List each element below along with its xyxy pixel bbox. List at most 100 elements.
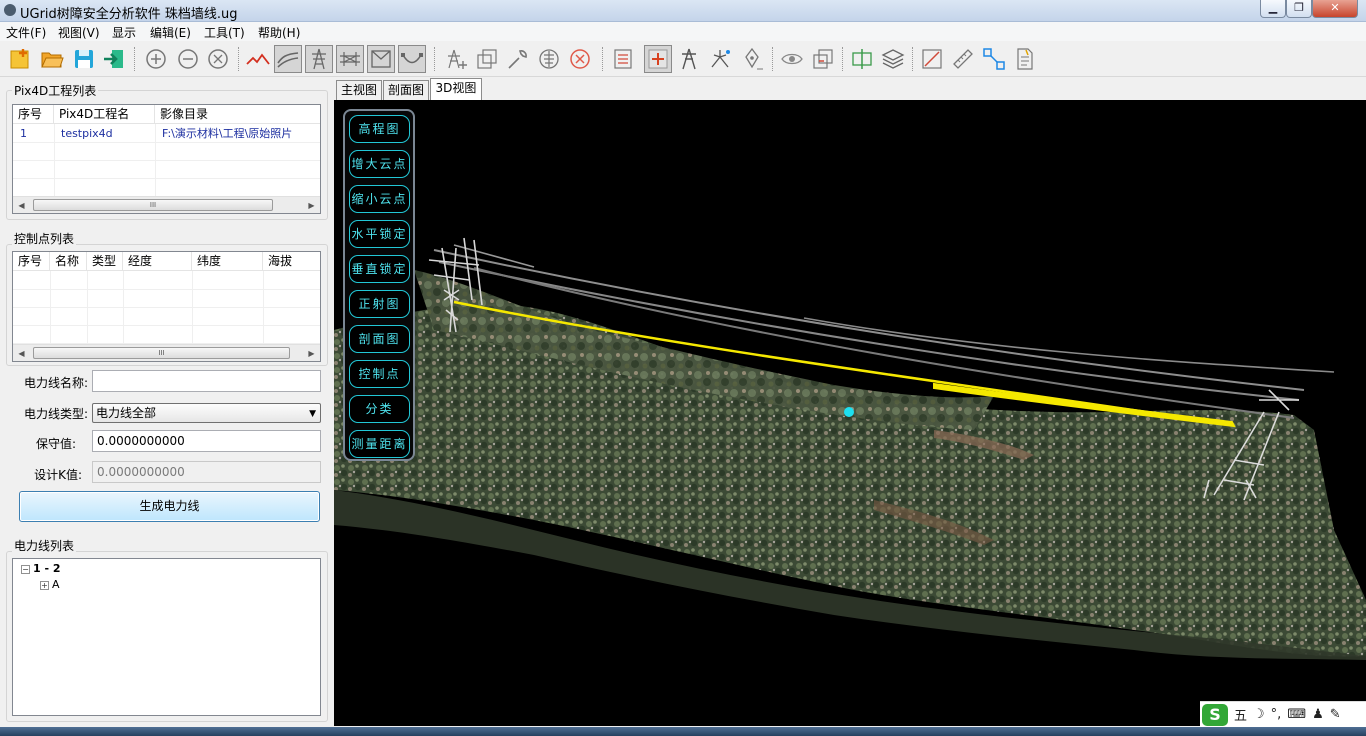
new-file-icon[interactable] [6,45,34,73]
cross-add-icon[interactable] [644,45,672,73]
column-header[interactable]: 海拔 [263,252,320,271]
classify-button[interactable]: 分类 [349,395,410,423]
tab-section-view[interactable]: 剖面图 [383,80,429,100]
menu-view[interactable]: 视图(V) [58,24,100,41]
zoom-out-icon[interactable] [174,45,202,73]
scroll-thumb[interactable]: III [33,199,273,211]
toolbar [0,41,1366,77]
control-point-button[interactable]: 控制点 [349,360,410,388]
column-header[interactable]: 名称 [50,252,87,271]
ime-logo[interactable]: S [1202,703,1228,726]
document-icon[interactable] [1011,45,1039,73]
tab-main-view[interactable]: 主视图 [336,80,382,100]
column-header[interactable]: 影像目录 [155,105,320,124]
eye-icon[interactable] [778,45,806,73]
maximize-button[interactable]: ❐ [1286,0,1312,18]
elevation-map-button[interactable]: 高程图 [349,115,410,143]
tool-icon[interactable]: ✎ [1330,707,1341,722]
cell-image-dir: F:\演示材料\工程\原始照片 [162,127,293,140]
powerline-tree[interactable]: −1 - 2 + A [12,558,321,716]
menu-edit[interactable]: 编辑(E) [150,24,191,41]
collapse-icon[interactable]: − [21,564,30,574]
bridge-icon[interactable] [336,45,364,73]
column-header[interactable]: Pix4D工程名 [54,105,155,124]
tower-frame-icon[interactable] [305,45,333,73]
tree-node-child[interactable]: + A [40,578,60,591]
menu-file[interactable]: 文件(F) [6,24,46,41]
pen-icon[interactable] [738,45,766,73]
tree-child-label: A [52,578,60,591]
horizontal-lock-button[interactable]: 水平锁定 [349,220,410,248]
column-header[interactable]: 经度 [123,252,192,271]
column-header[interactable]: 序号 [13,105,54,124]
zoom-in-icon[interactable] [142,45,170,73]
tree-node-root[interactable]: −1 - 2 [21,562,61,575]
column-header[interactable]: 纬度 [192,252,263,271]
ruler-icon[interactable] [949,45,977,73]
control-points-hscroll[interactable]: ◀ III ▶ [13,344,320,361]
powerline-type-select[interactable]: 电力线全部 ▼ [92,403,321,423]
ime-toolbar[interactable]: S 五 ☽ °, ⌨ ♟ ✎ [1200,701,1366,727]
vertical-lock-button[interactable]: 垂直锁定 [349,255,410,283]
increase-points-button[interactable]: 增大云点 [349,150,410,178]
section-view-button[interactable]: 剖面图 [349,325,410,353]
curve-icon[interactable] [398,45,426,73]
zoom-fit-icon[interactable] [204,45,232,73]
pix4d-list-header: 序号 Pix4D工程名 影像目录 [13,105,320,124]
scroll-left-icon[interactable]: ◀ [13,345,30,361]
decrease-points-button[interactable]: 缩小云点 [349,185,410,213]
punctuation-icon[interactable]: °, [1271,707,1282,722]
column-header[interactable]: 类型 [87,252,123,271]
save-icon[interactable] [70,45,98,73]
tree-root-label: 1 - 2 [33,562,61,575]
menu-tools[interactable]: 工具(T) [204,24,245,41]
connect-icon[interactable] [980,45,1008,73]
taskbar [0,727,1366,736]
open-folder-icon[interactable] [38,45,66,73]
resize-icon[interactable] [918,45,946,73]
tower-edit-icon[interactable] [473,45,501,73]
export-icon[interactable] [100,45,128,73]
moon-icon[interactable]: ☽ [1253,707,1265,722]
menu-help[interactable]: 帮助(H) [258,24,300,41]
pix4d-hscroll[interactable]: ◀ III ▶ [13,196,320,213]
tower-icon[interactable] [675,45,703,73]
powerline-name-input[interactable] [92,370,321,392]
window-icon[interactable] [809,45,837,73]
app-icon [4,4,16,16]
guard-value-label: 保守值: [35,437,76,451]
split-icon[interactable] [848,45,876,73]
measure-distance-button[interactable]: 测量距离 [349,430,410,458]
branch-icon[interactable] [706,45,734,73]
envelope-icon[interactable] [367,45,395,73]
control-points-list[interactable]: 序号 名称 类型 经度 纬度 海拔 ◀ III ▶ [12,251,321,362]
insulator-icon[interactable] [535,45,563,73]
delete-icon[interactable] [566,45,594,73]
menu-display[interactable]: 显示 [112,24,136,41]
guard-value-input[interactable]: 0.0000000000 [92,430,321,452]
control-points-group-title: 控制点列表 [12,230,77,247]
scroll-right-icon[interactable]: ▶ [303,197,320,213]
ime-mode[interactable]: 五 [1234,705,1247,724]
generate-powerline-button[interactable]: 生成电力线 [19,491,320,522]
terrain-icon[interactable] [244,45,272,73]
minimize-button[interactable]: ▁ [1260,0,1286,18]
ortho-view-button[interactable]: 正射图 [349,290,410,318]
scroll-right-icon[interactable]: ▶ [303,345,320,361]
layers-icon[interactable] [879,45,907,73]
report-icon[interactable] [609,45,637,73]
tab-3d-view[interactable]: 3D视图 [430,78,482,100]
3d-viewport[interactable]: 高程图 增大云点 缩小云点 水平锁定 垂直锁定 正射图 剖面图 控制点 分类 测… [334,100,1366,726]
road-icon[interactable] [274,45,302,73]
close-button[interactable]: ✕ [1312,0,1358,18]
expand-icon[interactable]: + [40,580,49,590]
column-header[interactable]: 序号 [13,252,50,271]
point-cloud-scene [334,237,1366,660]
person-icon[interactable]: ♟ [1312,707,1324,722]
keyboard-icon[interactable]: ⌨ [1287,707,1306,722]
scroll-thumb[interactable]: III [33,347,290,359]
wrench-icon[interactable] [504,45,532,73]
scroll-left-icon[interactable]: ◀ [13,197,30,213]
pix4d-list[interactable]: 序号 Pix4D工程名 影像目录 1 testpix4d F:\演示材料\工程\… [12,104,321,214]
tower-add-icon[interactable] [442,45,470,73]
